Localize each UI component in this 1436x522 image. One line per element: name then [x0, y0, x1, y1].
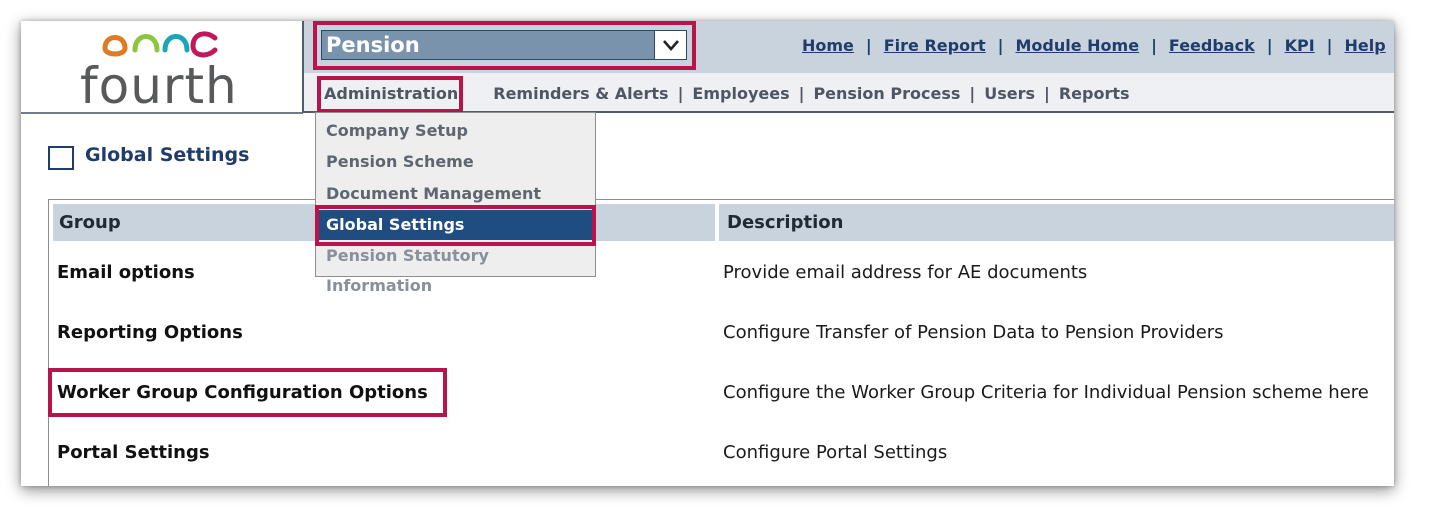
- logo-wordmark: fourth: [80, 57, 238, 115]
- link-separator: |: [1151, 36, 1157, 55]
- link-feedback[interactable]: Feedback: [1169, 36, 1255, 55]
- link-home[interactable]: Home: [802, 36, 854, 55]
- highlight-worker-group-row: [48, 368, 447, 417]
- brand-logo[interactable]: fourth: [21, 21, 301, 113]
- row-group-portal-settings[interactable]: Portal Settings: [57, 442, 210, 463]
- top-links: Home | Fire Report | Module Home | Feedb…: [802, 36, 1386, 55]
- column-header-description: Description: [717, 204, 1394, 241]
- nav-item-pension-process[interactable]: Pension Process: [813, 84, 960, 103]
- link-fire-report[interactable]: Fire Report: [884, 36, 986, 55]
- row-description: Configure the Worker Group Criteria for …: [723, 382, 1369, 403]
- highlight-module-select: [313, 21, 696, 70]
- nav-item-reports[interactable]: Reports: [1059, 84, 1130, 103]
- link-separator: |: [1326, 36, 1333, 55]
- row-description: Provide email address for AE documents: [723, 262, 1088, 283]
- nav-separator: |: [1043, 84, 1050, 103]
- menu-item-pension-scheme[interactable]: Pension Scheme: [316, 147, 595, 177]
- square-outline-icon: [48, 146, 74, 170]
- nav-item-users[interactable]: Users: [984, 84, 1035, 103]
- nav-separator: |: [677, 84, 684, 103]
- nav-separator: |: [969, 84, 976, 103]
- app-window: fourth Pension Home | Fire Report | Modu…: [21, 21, 1394, 486]
- menu-item-company-setup[interactable]: Company Setup: [316, 116, 595, 146]
- row-group-reporting-options[interactable]: Reporting Options: [57, 322, 243, 343]
- fourth-swirl-logo-icon: [102, 31, 218, 58]
- nav-separator: |: [798, 84, 805, 103]
- nav-item-reminders-alerts[interactable]: Reminders & Alerts: [493, 84, 668, 103]
- link-kpi[interactable]: KPI: [1285, 36, 1315, 55]
- highlight-global-settings: [315, 205, 596, 246]
- link-separator: |: [1266, 36, 1273, 55]
- page-title: Global Settings: [85, 144, 250, 166]
- highlight-administration: [317, 76, 463, 113]
- logo-divider: [21, 112, 303, 114]
- row-group-email-options[interactable]: Email options: [57, 262, 195, 283]
- administration-dropdown-menu: Company Setup Pension Scheme Document Ma…: [315, 112, 596, 295]
- link-separator: |: [997, 36, 1004, 55]
- row-description: Configure Portal Settings: [723, 442, 948, 463]
- nav-item-employees[interactable]: Employees: [692, 84, 789, 103]
- link-help[interactable]: Help: [1344, 36, 1385, 55]
- link-separator: |: [865, 36, 872, 55]
- link-module-home[interactable]: Module Home: [1015, 36, 1139, 55]
- row-description: Configure Transfer of Pension Data to Pe…: [723, 322, 1224, 343]
